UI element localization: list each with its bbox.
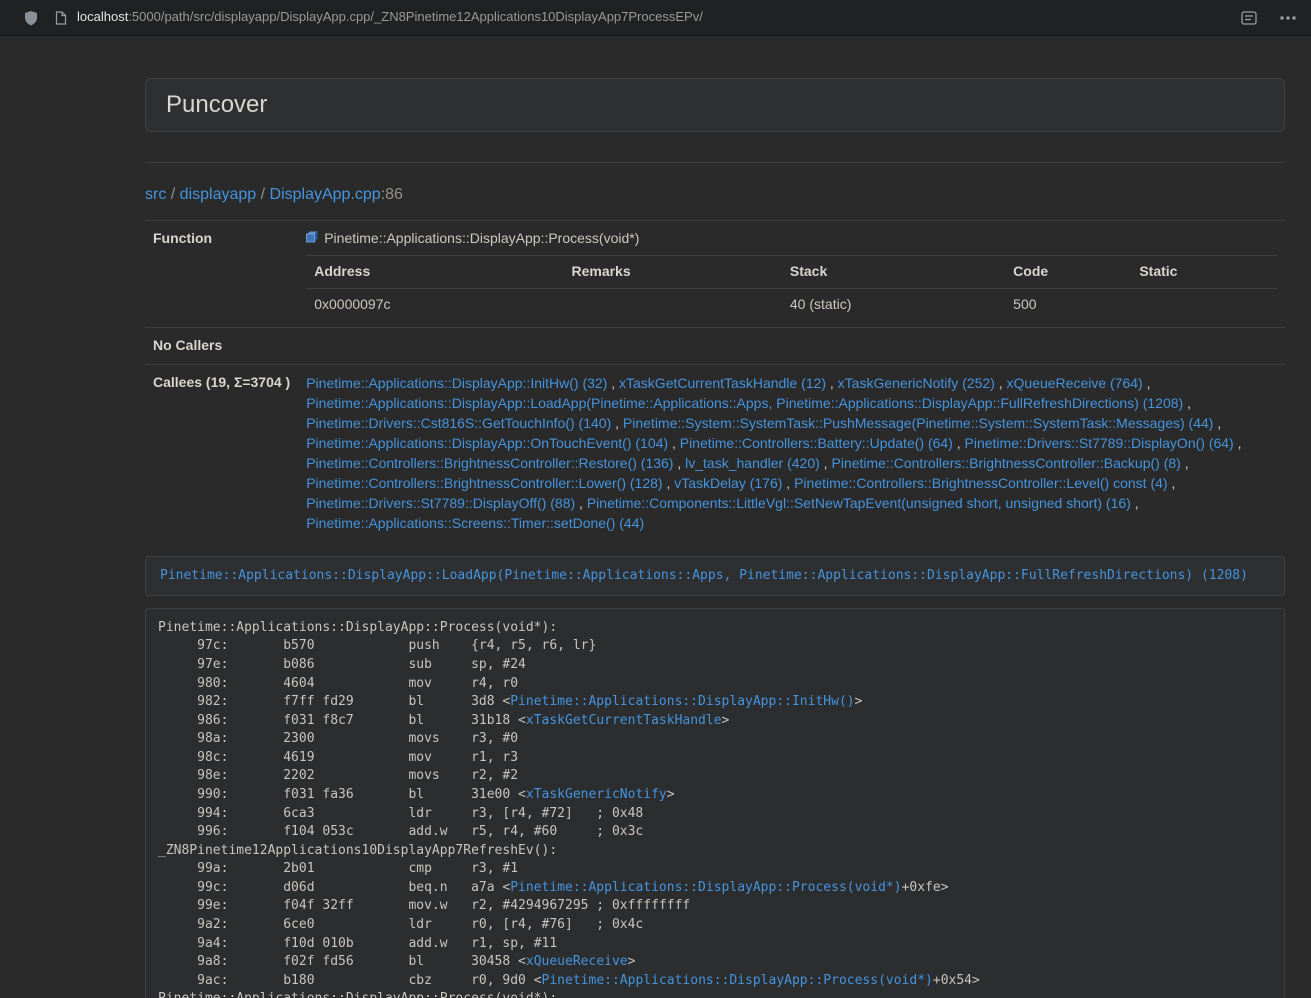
disassembly-symbol-link[interactable]: xQueueReceive (526, 954, 628, 969)
divider (145, 162, 1285, 163)
url-bar[interactable]: localhost:5000/path/src/displayapp/Displ… (77, 8, 1241, 27)
callee-link[interactable]: Pinetime::System::SystemTask::PushMessag… (623, 415, 1214, 431)
breadcrumb-separator: / (256, 186, 269, 203)
function-row-label: Function (145, 220, 298, 327)
address-value: 0x0000097c (306, 288, 563, 318)
callee-link[interactable]: Pinetime::Applications::Screens::Timer::… (306, 515, 644, 531)
code-size-value: 500 (1005, 288, 1131, 318)
breadcrumb-link[interactable]: DisplayApp.cpp (270, 186, 381, 203)
stats-value-row: 0x0000097c 40 (static) 500 (306, 288, 1277, 318)
callees-label: Callees (19, Σ=3704 ) (145, 364, 298, 541)
stack-value: 40 (static) (782, 288, 1005, 318)
callee-link[interactable]: Pinetime::Controllers::BrightnessControl… (306, 475, 662, 491)
callee-link[interactable]: Pinetime::Applications::DisplayApp::Init… (306, 375, 607, 391)
callee-link[interactable]: xTaskGenericNotify (252) (838, 375, 995, 391)
callee-link[interactable]: lv_task_handler (420) (685, 455, 820, 471)
browser-topbar: localhost:5000/path/src/displayapp/Displ… (0, 0, 1311, 36)
callee-link[interactable]: Pinetime::Drivers::St7789::DisplayOff() … (306, 495, 575, 511)
callee-link[interactable]: vTaskDelay (176) (674, 475, 782, 491)
callees-row: Callees (19, Σ=3704 ) Pinetime::Applicat… (145, 364, 1285, 541)
disassembly-symbol-link[interactable]: Pinetime::Applications::DisplayApp::Proc… (542, 973, 933, 988)
disassembly-code: Pinetime::Applications::DisplayApp::Proc… (145, 608, 1285, 998)
symbol-table: Function Pinetime::Applications::Display… (145, 220, 1285, 541)
reader-mode-icon[interactable] (1241, 11, 1257, 25)
page-icon[interactable] (55, 11, 67, 25)
callee-link[interactable]: Pinetime::Applications::DisplayApp::Load… (306, 395, 1183, 411)
address-column-header: Address (306, 255, 563, 288)
stack-column-header: Stack (782, 255, 1005, 288)
static-column-header: Static (1131, 255, 1277, 288)
no-callers-label: No Callers (145, 327, 298, 364)
remarks-column-header: Remarks (563, 255, 781, 288)
callee-link[interactable]: xQueueReceive (764) (1007, 375, 1143, 391)
app-header: Puncover (145, 78, 1285, 132)
callee-link[interactable]: Pinetime::Controllers::BrightnessControl… (306, 455, 673, 471)
breadcrumb-link[interactable]: src (145, 186, 166, 203)
no-callers-row: No Callers (145, 327, 1285, 364)
page-container: Puncover src / displayapp / DisplayApp.c… (145, 36, 1285, 998)
stats-table: Address Remarks Stack Code Static 0x0000… (306, 255, 1277, 319)
code-column-header: Code (1005, 255, 1131, 288)
callee-link[interactable]: Pinetime::Components::LittleVgl::SetNewT… (587, 495, 1131, 511)
disassembly-symbol-link[interactable]: Pinetime::Applications::DisplayApp::Proc… (510, 880, 901, 895)
breadcrumb-separator: / (166, 186, 179, 203)
overflow-menu-icon[interactable] (1279, 16, 1297, 20)
function-row: Function Pinetime::Applications::Display… (145, 220, 1285, 327)
callee-link[interactable]: Pinetime::Drivers::St7789::DisplayOn() (… (965, 435, 1234, 451)
app-title: Puncover (166, 92, 1264, 118)
breadcrumb: src / displayapp / DisplayApp.cpp:86 (145, 184, 1285, 207)
shield-icon[interactable] (24, 10, 38, 26)
stats-header-row: Address Remarks Stack Code Static (306, 255, 1277, 288)
callee-link[interactable]: Pinetime::Controllers::BrightnessControl… (831, 455, 1180, 471)
function-type-icon (306, 229, 318, 249)
url-path: :5000/path/src/displayapp/DisplayApp.cpp… (128, 9, 703, 24)
highlight-box: Pinetime::Applications::DisplayApp::Load… (145, 556, 1285, 596)
breadcrumb-link[interactable]: displayapp (180, 186, 257, 203)
highlighted-symbol-link[interactable]: Pinetime::Applications::DisplayApp::Load… (160, 568, 1248, 583)
breadcrumb-line-number: :86 (381, 186, 403, 203)
callee-link[interactable]: Pinetime::Applications::DisplayApp::OnTo… (306, 435, 668, 451)
disassembly-symbol-link[interactable]: Pinetime::Applications::DisplayApp::Init… (510, 694, 854, 709)
static-value (1131, 288, 1277, 318)
callee-link[interactable]: xTaskGetCurrentTaskHandle (12) (619, 375, 826, 391)
disassembly-symbol-link[interactable]: xTaskGenericNotify (526, 787, 667, 802)
callee-link[interactable]: Pinetime::Drivers::Cst816S::GetTouchInfo… (306, 415, 611, 431)
callees-list: Pinetime::Applications::DisplayApp::Init… (298, 364, 1285, 541)
url-host: localhost (77, 9, 128, 24)
disassembly-symbol-link[interactable]: xTaskGetCurrentTaskHandle (526, 713, 722, 728)
remarks-value (563, 288, 781, 318)
function-name: Pinetime::Applications::DisplayApp::Proc… (324, 229, 639, 249)
function-title-line: Pinetime::Applications::DisplayApp::Proc… (306, 229, 1277, 249)
callee-link[interactable]: Pinetime::Controllers::Battery::Update()… (680, 435, 953, 451)
callee-link[interactable]: Pinetime::Controllers::BrightnessControl… (794, 475, 1167, 491)
